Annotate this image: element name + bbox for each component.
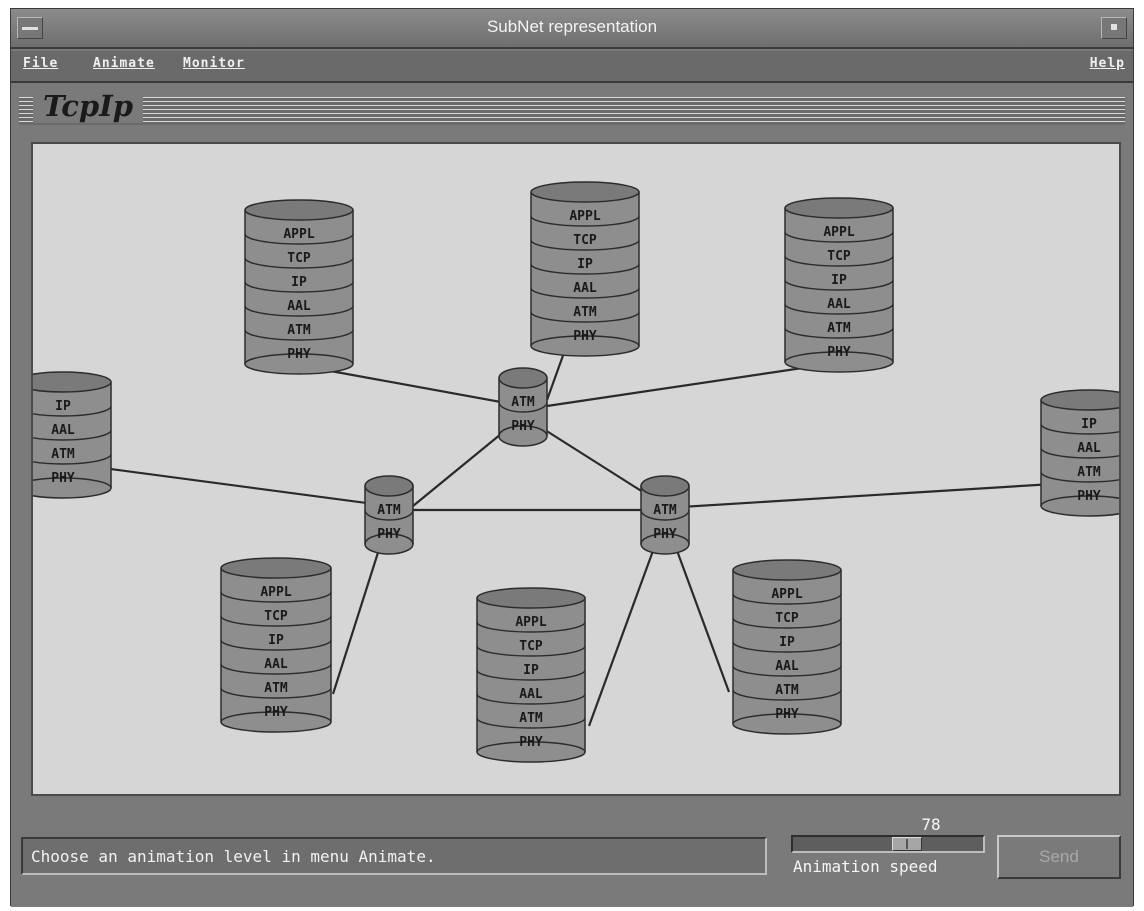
host-stack: APPL TCP IP AAL ATM PHY bbox=[784, 197, 894, 373]
switch-top bbox=[640, 475, 690, 497]
layer-label: ATM bbox=[1077, 465, 1101, 480]
layer-label: APPL bbox=[823, 225, 854, 240]
layer-label: PHY bbox=[51, 471, 75, 486]
host-stack: APPL TCP IP AAL ATM PHY bbox=[732, 559, 842, 735]
layer-label: TCP bbox=[287, 251, 311, 266]
layer-label: IP bbox=[55, 399, 71, 414]
layer-label: IP bbox=[831, 273, 847, 288]
layer-label: TCP bbox=[573, 233, 597, 248]
send-button[interactable]: Send bbox=[997, 835, 1121, 879]
network-diagram: APPLTCPIPAALATMPHYAPPLTCPIPAALATMPHYAPPL… bbox=[33, 181, 1119, 763]
animation-speed-label: Animation speed bbox=[793, 857, 938, 876]
layer-label: AAL bbox=[519, 687, 543, 702]
menu-file[interactable]: File bbox=[23, 56, 58, 71]
layer-label: ATM bbox=[51, 447, 75, 462]
switch-stack: ATM PHY bbox=[364, 475, 414, 555]
layer-label: AAL bbox=[827, 297, 851, 312]
control-panel: Choose an animation level in menu Animat… bbox=[11, 799, 1133, 907]
window-title: SubNet representation bbox=[486, 17, 658, 36]
status-field: Choose an animation level in menu Animat… bbox=[21, 837, 767, 875]
banner-lines bbox=[19, 97, 1125, 125]
layer-label: IP bbox=[268, 633, 284, 648]
host-top bbox=[1040, 389, 1119, 411]
layer-label: TCP bbox=[264, 609, 288, 624]
layer-label: PHY bbox=[287, 347, 311, 362]
protocol-title: TcpIp bbox=[33, 89, 144, 123]
layer-label: AAL bbox=[51, 423, 75, 438]
network-link bbox=[664, 482, 1054, 510]
host-stack: APPL TCP IP AAL ATM PHY bbox=[220, 557, 332, 733]
layer-label: IP bbox=[577, 257, 593, 272]
layer-label: PHY bbox=[653, 527, 677, 542]
title-bar[interactable]: SubNet representation bbox=[11, 9, 1133, 49]
network-canvas[interactable]: APPL TCP IP AAL ATM PHY APPL TCP IP AAL ATM PHY APPL… bbox=[31, 142, 1121, 796]
layer-label: IP bbox=[779, 635, 795, 650]
layer-label: APPL bbox=[771, 587, 802, 602]
menu-help[interactable]: Help bbox=[1090, 56, 1125, 71]
host-stack: IP AAL ATM PHY bbox=[33, 371, 112, 499]
layer-label: APPL bbox=[260, 585, 291, 600]
switch-top bbox=[364, 475, 414, 497]
host-stack: APPL TCP IP AAL ATM PHY bbox=[244, 199, 354, 375]
layer-label: AAL bbox=[1077, 441, 1101, 456]
menu-bar: File Animate Monitor Help bbox=[11, 51, 1133, 83]
window-menu-button[interactable] bbox=[17, 17, 43, 39]
animation-speed-value: 78 bbox=[921, 815, 941, 834]
layer-label: PHY bbox=[573, 329, 597, 344]
slider-thumb[interactable] bbox=[892, 837, 922, 851]
layer-label: ATM bbox=[287, 323, 311, 338]
switch-stack: ATM PHY bbox=[640, 475, 690, 555]
host-top bbox=[732, 559, 842, 581]
layer-label: ATM bbox=[264, 681, 288, 696]
network-link bbox=[545, 349, 567, 401]
layer-label: AAL bbox=[573, 281, 597, 296]
layer-label: PHY bbox=[377, 527, 401, 542]
host-top bbox=[530, 181, 640, 203]
status-message: Choose an animation level in menu Animat… bbox=[31, 847, 436, 866]
host-stack: APPL TCP IP AAL ATM PHY bbox=[476, 587, 586, 763]
host-top bbox=[244, 199, 354, 221]
layer-label: APPL bbox=[515, 615, 546, 630]
layer-label: AAL bbox=[775, 659, 799, 674]
layer-label: ATM bbox=[653, 503, 677, 518]
layer-label: TCP bbox=[519, 639, 543, 654]
layer-label: TCP bbox=[827, 249, 851, 264]
layer-label: ATM bbox=[519, 711, 543, 726]
host-stack: APPL TCP IP AAL ATM PHY bbox=[530, 181, 640, 357]
layer-label: PHY bbox=[511, 419, 535, 434]
protocol-banner: TcpIp bbox=[11, 87, 1133, 133]
layer-label: IP bbox=[523, 663, 539, 678]
layer-label: AAL bbox=[287, 299, 311, 314]
layer-label: ATM bbox=[775, 683, 799, 698]
layer-label: TCP bbox=[775, 611, 799, 626]
maximize-button[interactable] bbox=[1101, 17, 1127, 39]
layer-label: IP bbox=[291, 275, 307, 290]
layer-label: AAL bbox=[264, 657, 288, 672]
layer-label: PHY bbox=[1077, 489, 1101, 504]
layer-label: IP bbox=[1081, 417, 1097, 432]
layer-label: PHY bbox=[519, 735, 543, 750]
host-stack: IP AAL ATM PHY bbox=[1040, 389, 1119, 517]
layer-label: ATM bbox=[827, 321, 851, 336]
menu-animate[interactable]: Animate bbox=[93, 56, 155, 71]
menu-monitor[interactable]: Monitor bbox=[183, 56, 245, 71]
layer-label: PHY bbox=[827, 345, 851, 360]
animation-speed-slider[interactable] bbox=[791, 835, 985, 853]
layer-label: APPL bbox=[283, 227, 314, 242]
subnet-window: SubNet representation File Animate Monit… bbox=[10, 8, 1134, 907]
host-top bbox=[476, 587, 586, 609]
layer-label: ATM bbox=[573, 305, 597, 320]
layer-label: ATM bbox=[377, 503, 401, 518]
host-top bbox=[33, 371, 112, 393]
layer-label: APPL bbox=[569, 209, 600, 224]
host-top bbox=[220, 557, 332, 579]
switch-stack: ATM PHY bbox=[498, 367, 548, 447]
layer-label: PHY bbox=[264, 705, 288, 720]
layer-label: PHY bbox=[775, 707, 799, 722]
host-top bbox=[784, 197, 894, 219]
switch-top bbox=[498, 367, 548, 389]
network-link bbox=[72, 462, 390, 508]
layer-label: ATM bbox=[511, 395, 535, 410]
